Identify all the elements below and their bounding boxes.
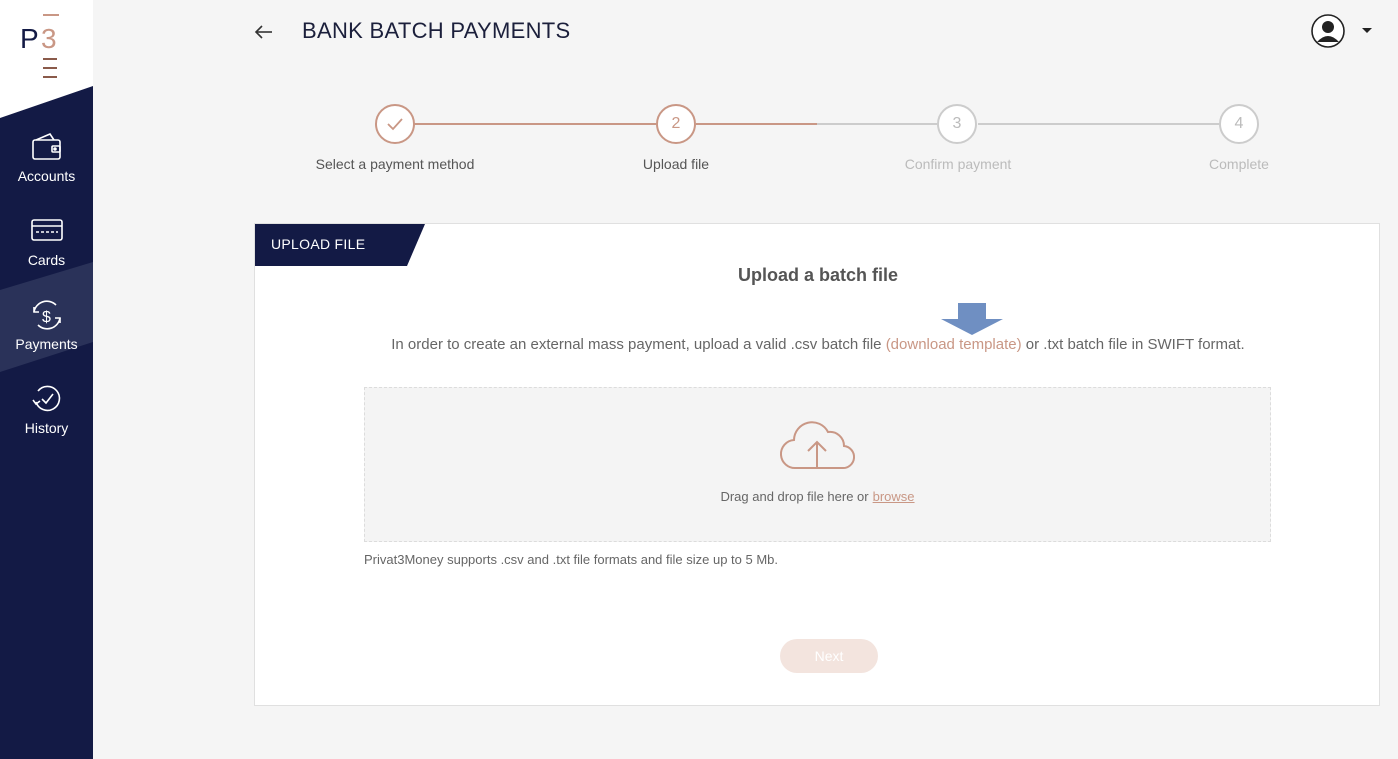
sidebar: P 3 Accounts Cards $ Payments History <box>0 0 93 759</box>
upload-heading: Upload a batch file <box>737 265 899 285</box>
card-tab-label: UPLOAD FILE <box>271 236 366 252</box>
progress-stepper: 2 3 4 Select a payment method Upload fil… <box>0 0 1398 200</box>
dropzone-text: Drag and drop file here or browse <box>365 489 1270 504</box>
step-4-label: Complete <box>1209 156 1269 172</box>
card-icon <box>30 219 63 241</box>
svg-text:P: P <box>20 23 39 54</box>
logo-area: P 3 <box>0 0 93 130</box>
step-connector <box>696 123 817 125</box>
svg-text:3: 3 <box>41 23 57 54</box>
back-button[interactable] <box>252 20 276 44</box>
cloud-upload-icon <box>779 421 856 470</box>
history-icon <box>31 385 60 412</box>
drop-instruction: Drag and drop file here or <box>720 489 869 504</box>
file-support-note: Privat3Money supports .csv and .txt file… <box>364 552 779 567</box>
step-3-circle: 3 <box>937 104 977 144</box>
page-title: BANK BATCH PAYMENTS <box>302 18 571 43</box>
step-connector <box>817 123 937 125</box>
step-1-circle <box>375 104 415 144</box>
step-3-label: Confirm payment <box>904 156 1012 172</box>
user-avatar-icon <box>1311 14 1345 48</box>
sidebar-item-cards[interactable]: Cards <box>0 202 93 286</box>
payments-icon: $ <box>32 300 61 330</box>
next-button[interactable]: Next <box>780 639 878 673</box>
instruction-text-end: or .txt batch file in SWIFT format. <box>1021 336 1245 353</box>
caret-down-icon[interactable] <box>1362 28 1372 33</box>
arrow-down-marker-icon <box>941 303 1003 335</box>
file-dropzone[interactable]: Drag and drop file here or browse <box>364 387 1271 542</box>
svg-text:$: $ <box>42 309 51 326</box>
step-2-label: Upload file <box>642 156 710 172</box>
sidebar-item-accounts[interactable]: Accounts <box>0 118 93 202</box>
sidebar-item-label: Accounts <box>17 168 76 184</box>
sidebar-item-payments[interactable]: $ Payments <box>0 286 93 370</box>
upload-instructions: In order to create an external mass paym… <box>255 336 1381 353</box>
arrow-left-icon <box>254 25 272 39</box>
user-avatar-button[interactable] <box>1311 14 1345 48</box>
upload-card: UPLOAD FILE Upload a batch file In order… <box>254 223 1380 706</box>
step-connector <box>414 123 656 125</box>
sidebar-item-label: Cards <box>27 252 66 268</box>
sidebar-item-history[interactable]: History <box>0 370 93 454</box>
p3-logo[interactable]: P 3 <box>20 14 70 86</box>
browse-link[interactable]: browse <box>873 489 915 504</box>
wallet-icon <box>31 133 61 160</box>
sidebar-item-label: Payments <box>15 336 78 352</box>
step-connector <box>978 123 1219 125</box>
step-2-circle: 2 <box>656 104 696 144</box>
sidebar-item-label: History <box>24 420 69 436</box>
download-template-link[interactable]: (download template) <box>886 336 1022 353</box>
check-icon <box>387 118 403 131</box>
instruction-text: In order to create an external mass paym… <box>391 336 886 353</box>
step-1-label: Select a payment method <box>315 156 475 172</box>
card-tab: UPLOAD FILE <box>255 224 425 266</box>
step-4-circle: 4 <box>1219 104 1259 144</box>
